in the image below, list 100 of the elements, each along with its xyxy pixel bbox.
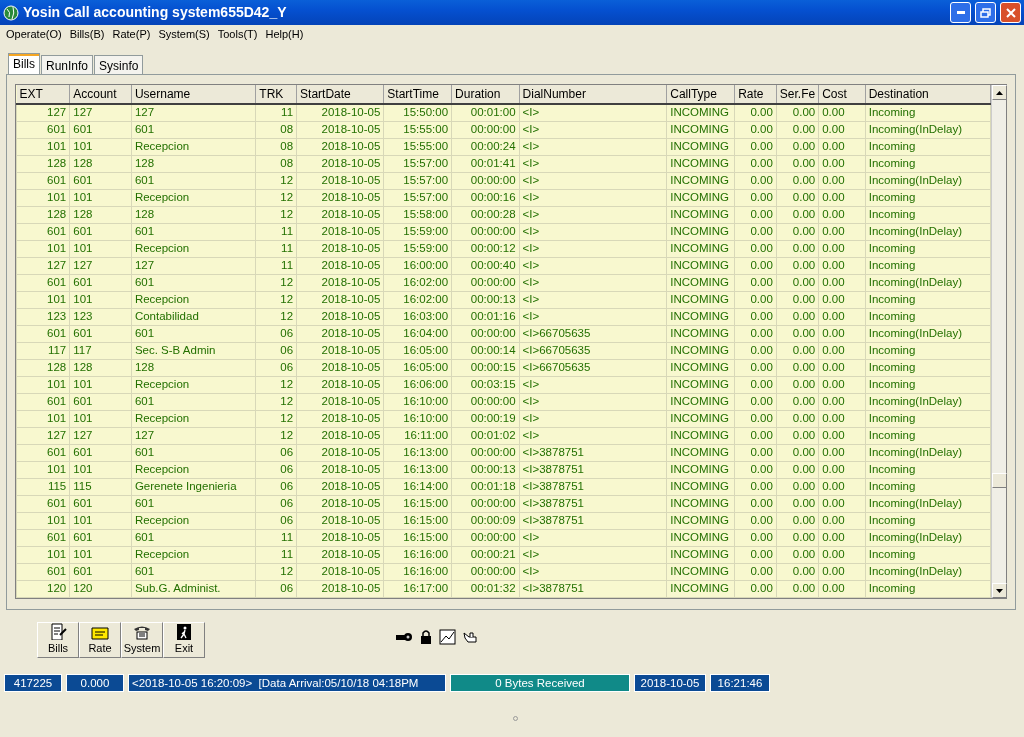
scrollbar[interactable] [991, 85, 1006, 598]
column-header[interactable]: DialNumber [519, 85, 667, 104]
table-cell: 601 [69, 121, 132, 139]
table-cell: 0.00 [734, 393, 777, 411]
table-cell: 0.00 [776, 495, 819, 513]
table-cell: 0.00 [776, 155, 819, 173]
table-cell: <I> [519, 121, 667, 139]
table-cell: 11 [255, 546, 297, 564]
table-cell: INCOMING [666, 206, 735, 224]
chart-icon[interactable] [439, 629, 457, 645]
table-cell: 0.00 [776, 376, 819, 394]
table-cell: 127 [16, 104, 70, 122]
table-cell: 0.00 [734, 529, 777, 547]
table-cell: 2018-10-05 [296, 257, 384, 275]
table-cell: Recepcion [131, 240, 256, 258]
menu-item[interactable]: Bills(B) [65, 26, 109, 43]
scroll-down-button[interactable] [992, 583, 1007, 598]
table-cell: INCOMING [666, 240, 735, 258]
table-cell: 2018-10-05 [296, 427, 384, 445]
table-cell: 2018-10-05 [296, 155, 384, 173]
table-cell: 601 [131, 121, 256, 139]
table-cell: 11 [255, 104, 297, 122]
toolbar-button[interactable]: Rate [79, 622, 121, 658]
table-cell: Incoming [865, 546, 991, 564]
column-header[interactable]: Account [69, 85, 132, 104]
table-cell: 601 [131, 172, 256, 190]
table-cell: 00:00:28 [451, 206, 520, 224]
lock-icon[interactable] [418, 629, 434, 645]
table-cell: <I> [519, 274, 667, 292]
table-cell: Incoming [865, 359, 991, 377]
table-cell: 127 [69, 427, 132, 445]
column-header[interactable]: TRK [255, 85, 297, 104]
table-cell: 601 [131, 393, 256, 411]
tab[interactable]: Bills [8, 53, 40, 74]
table-cell: 0.00 [818, 223, 866, 241]
table-cell: 00:01:16 [451, 308, 520, 326]
column-header[interactable]: Username [131, 85, 256, 104]
table-cell: 127 [16, 427, 70, 445]
table-cell: INCOMING [666, 546, 735, 564]
column-header[interactable]: Duration [451, 85, 520, 104]
table-cell: 2018-10-05 [296, 121, 384, 139]
table-cell: 00:00:00 [451, 121, 520, 139]
down-arrow-icon [996, 588, 1003, 593]
table-cell: 12 [255, 376, 297, 394]
table-cell: 11 [255, 529, 297, 547]
column-header[interactable]: CallType [666, 85, 735, 104]
table-cell: <I>66705635 [519, 325, 667, 343]
table-cell: 15:50:00 [383, 104, 452, 122]
close-button[interactable] [1000, 2, 1021, 23]
table-cell: 2018-10-05 [296, 308, 384, 326]
table-cell: 0.00 [818, 359, 866, 377]
hand-pointer-icon[interactable] [462, 629, 480, 645]
table-cell: 0.00 [734, 155, 777, 173]
menu-item[interactable]: Tools(T) [213, 26, 262, 43]
table-cell: 0.00 [818, 546, 866, 564]
toolbar-button[interactable]: Bills [37, 622, 79, 658]
table-cell: INCOMING [666, 155, 735, 173]
column-header[interactable]: StartDate [296, 85, 384, 104]
minimize-button[interactable] [950, 2, 971, 23]
tab[interactable]: Sysinfo [94, 55, 144, 74]
column-header[interactable]: StartTime [383, 85, 452, 104]
table-cell: 16:04:00 [383, 325, 452, 343]
table-cell: INCOMING [666, 189, 735, 207]
column-header[interactable]: EXT [16, 85, 70, 104]
menu-item[interactable]: System(S) [154, 26, 214, 43]
scroll-up-button[interactable] [992, 85, 1007, 100]
table-cell: 00:00:24 [451, 138, 520, 156]
table-cell: INCOMING [666, 563, 735, 581]
table-cell: 2018-10-05 [296, 461, 384, 479]
column-header[interactable]: Rate [734, 85, 777, 104]
table-cell: Incoming [865, 240, 991, 258]
table-cell: 0.00 [734, 189, 777, 207]
table-cell: 00:00:19 [451, 410, 520, 428]
column-header[interactable]: Cost [818, 85, 866, 104]
status-field: 0 Bytes Received [450, 674, 630, 692]
table-cell: 2018-10-05 [296, 444, 384, 462]
table-cell: INCOMING [666, 359, 735, 377]
menu-item[interactable]: Rate(P) [108, 26, 155, 43]
column-header[interactable]: Ser.Fe [776, 85, 819, 104]
table-cell: 101 [69, 138, 132, 156]
table-cell: 601 [16, 495, 70, 513]
toolbar-button[interactable]: System [121, 622, 163, 658]
table-cell: 0.00 [734, 240, 777, 258]
table-cell: 101 [69, 189, 132, 207]
column-header[interactable]: Destination [865, 85, 991, 104]
table-cell: 0.00 [818, 172, 866, 190]
menu-item[interactable]: Help(H) [261, 26, 308, 43]
table-cell: 0.00 [734, 410, 777, 428]
menu-item[interactable]: Operate(O) [2, 26, 66, 43]
table-cell: Gerenete Ingenieria [131, 478, 256, 496]
toolbar-button[interactable]: Exit [163, 622, 205, 658]
table-cell: 06 [255, 359, 297, 377]
table-cell: <I>3878751 [519, 512, 667, 530]
table-cell: 101 [16, 376, 70, 394]
table-cell: 101 [69, 546, 132, 564]
table-cell: 601 [131, 223, 256, 241]
table-cell: INCOMING [666, 410, 735, 428]
tab[interactable]: RunInfo [41, 55, 94, 74]
scroll-thumb[interactable] [992, 473, 1007, 488]
restore-button[interactable] [975, 2, 996, 23]
